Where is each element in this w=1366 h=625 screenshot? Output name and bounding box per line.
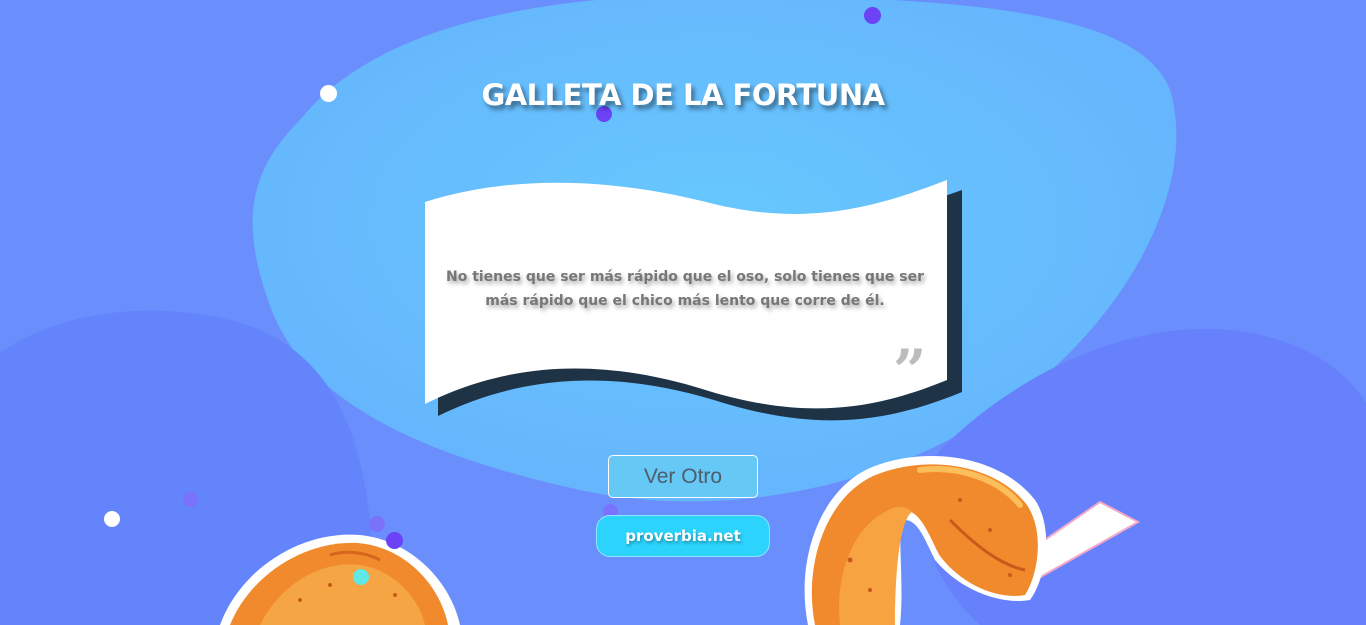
closing-quote-icon: ”: [893, 337, 926, 405]
page-title: GALLETA DE LA FORTUNA: [481, 78, 885, 112]
decor-dot: [386, 532, 403, 549]
decor-dot: [353, 569, 369, 585]
decor-dot: [183, 492, 198, 507]
decor-dot: [104, 511, 120, 527]
app-scene: GALLETA DE LA FORTUNA No tienes que ser …: [0, 0, 1366, 625]
decor-dot: [369, 516, 385, 532]
fortune-quote: No tienes que ser más rápido que el oso,…: [445, 269, 925, 309]
see-another-button[interactable]: Ver Otro: [608, 455, 758, 498]
proverbia-link-button[interactable]: proverbia.net: [596, 515, 770, 557]
decor-dot: [864, 7, 881, 24]
